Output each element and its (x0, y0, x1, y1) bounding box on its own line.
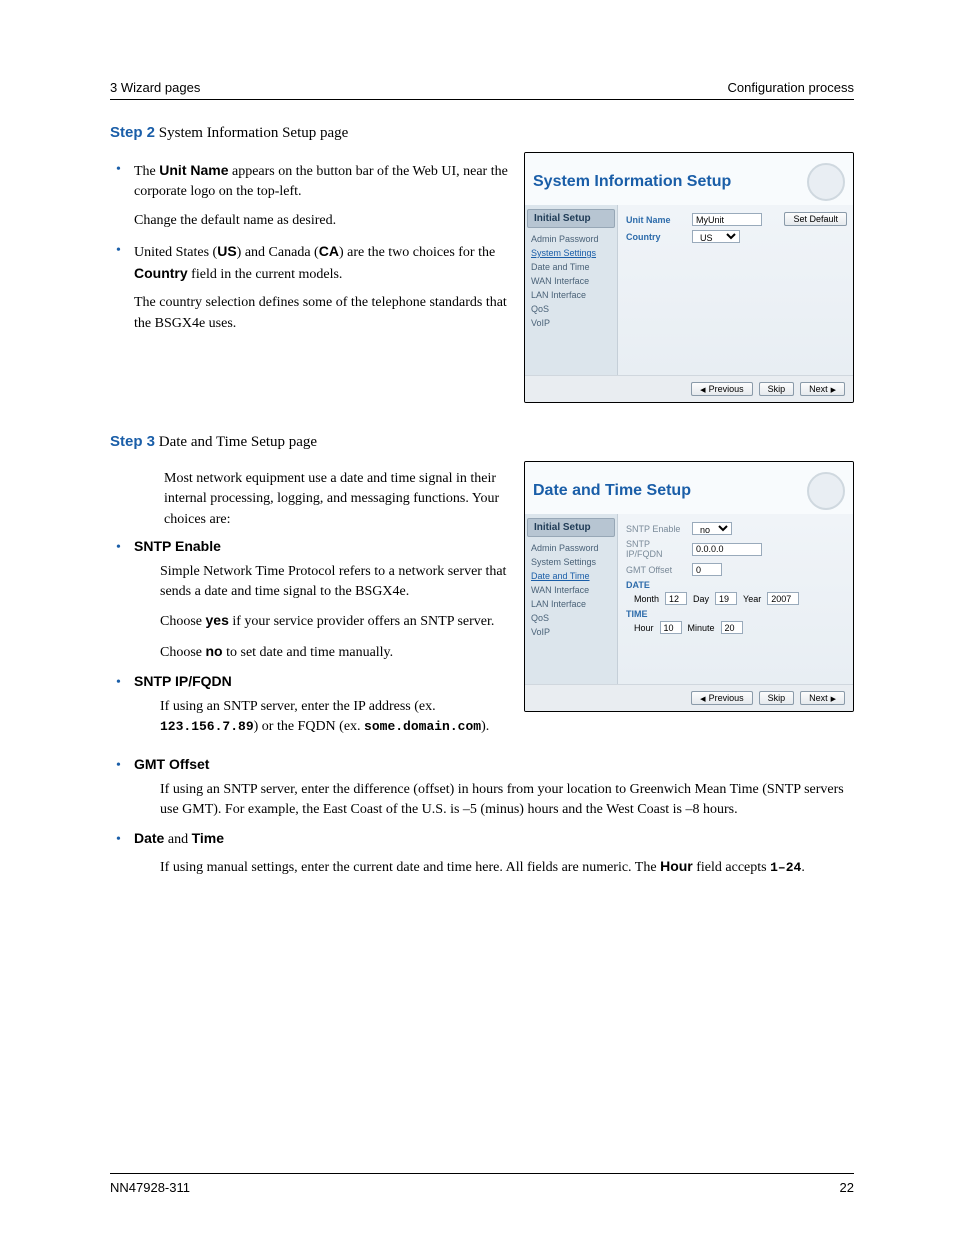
sidebar-item-date-and-time[interactable]: Date and Time (525, 569, 617, 583)
step2-bullet-unitname: The Unit Name appears on the button bar … (116, 160, 508, 231)
bullet-date-time: Date and Time If using manual settings, … (116, 830, 854, 878)
skip-button[interactable]: Skip (759, 382, 795, 396)
next-button[interactable]: Next (800, 691, 845, 705)
country-select[interactable]: US (692, 230, 740, 243)
date-section-label: DATE (626, 580, 845, 590)
gmt-offset-input[interactable] (692, 563, 722, 576)
sidebar-item-qos[interactable]: QoS (525, 611, 617, 625)
date-time-setup-panel: Date and Time Setup Initial Setup Admin … (524, 461, 854, 712)
header-left: 3 Wizard pages (110, 80, 200, 95)
minute-input[interactable] (721, 621, 743, 634)
footer-docnum: NN47928-311 (110, 1180, 190, 1195)
sidebar-item-voip[interactable]: VoIP (525, 625, 617, 639)
step2-label: Step 2 (110, 124, 155, 141)
skip-button[interactable]: Skip (759, 691, 795, 705)
sidebar-item-lan-interface[interactable]: LAN Interface (525, 597, 617, 611)
calendar-icon (807, 472, 845, 510)
sidebar-item-admin-password[interactable]: Admin Password (525, 232, 617, 246)
sidebar-item-date-and-time[interactable]: Date and Time (525, 260, 617, 274)
gear-icon (807, 163, 845, 201)
sidebar-item-lan-interface[interactable]: LAN Interface (525, 288, 617, 302)
unit-name-label: Unit Name (626, 215, 686, 225)
sidebar-item-voip[interactable]: VoIP (525, 316, 617, 330)
step2-bullet-country: United States (US) and Canada (CA) are t… (116, 241, 508, 334)
wizard-sidebar: Initial Setup Admin Password System Sett… (525, 205, 618, 375)
minute-label: Minute (688, 623, 715, 633)
sidebar-item-qos[interactable]: QoS (525, 302, 617, 316)
month-label: Month (634, 594, 659, 604)
wizard-sidebar: Initial Setup Admin Password System Sett… (525, 514, 618, 684)
sntp-enable-select[interactable]: no (692, 522, 732, 535)
sidebar-item-wan-interface[interactable]: WAN Interface (525, 274, 617, 288)
gmt-offset-label: GMT Offset (626, 565, 686, 575)
bullet-gmt-offset: GMT Offset If using an SNTP server, ente… (116, 756, 854, 821)
time-section-label: TIME (626, 609, 845, 619)
hour-label: Hour (634, 623, 654, 633)
unit-name-input[interactable] (692, 213, 762, 226)
year-input[interactable] (767, 592, 799, 605)
sidebar-header[interactable]: Initial Setup (527, 518, 615, 537)
panel-sys-title: System Information Setup (533, 173, 731, 191)
system-info-setup-panel: System Information Setup Initial Setup A… (524, 152, 854, 403)
header-right: Configuration process (728, 80, 854, 95)
panel-dt-title: Date and Time Setup (533, 482, 691, 500)
year-label: Year (743, 594, 761, 604)
triangle-left-icon (700, 693, 705, 703)
sidebar-header[interactable]: Initial Setup (527, 209, 615, 228)
sntp-enable-label: SNTP Enable (626, 524, 686, 534)
sidebar-item-system-settings[interactable]: System Settings (525, 555, 617, 569)
triangle-right-icon (831, 384, 836, 394)
triangle-left-icon (700, 384, 705, 394)
sidebar-item-system-settings[interactable]: System Settings (525, 246, 617, 260)
bullet-sntp-fqdn: SNTP IP/FQDN If using an SNTP server, en… (116, 673, 508, 738)
step3-label: Step 3 (110, 433, 155, 450)
previous-button[interactable]: Previous (691, 691, 752, 705)
sidebar-item-wan-interface[interactable]: WAN Interface (525, 583, 617, 597)
day-input[interactable] (715, 592, 737, 605)
sidebar-item-admin-password[interactable]: Admin Password (525, 541, 617, 555)
month-input[interactable] (665, 592, 687, 605)
next-button[interactable]: Next (800, 382, 845, 396)
step3-title: Date and Time Setup page (159, 434, 317, 450)
hour-input[interactable] (660, 621, 682, 634)
previous-button[interactable]: Previous (691, 382, 752, 396)
sntp-ip-input[interactable] (692, 543, 762, 556)
footer-pagenum: 22 (840, 1180, 854, 1195)
triangle-right-icon (831, 693, 836, 703)
day-label: Day (693, 594, 709, 604)
country-label: Country (626, 232, 686, 242)
step2-title: System Information Setup page (159, 125, 349, 141)
sntp-ip-label: SNTP IP/FQDN (626, 539, 686, 559)
bullet-sntp-enable: SNTP Enable Simple Network Time Protocol… (116, 538, 508, 663)
step3-intro: Most network equipment use a date and ti… (164, 469, 508, 530)
set-default-button[interactable]: Set Default (784, 212, 847, 226)
